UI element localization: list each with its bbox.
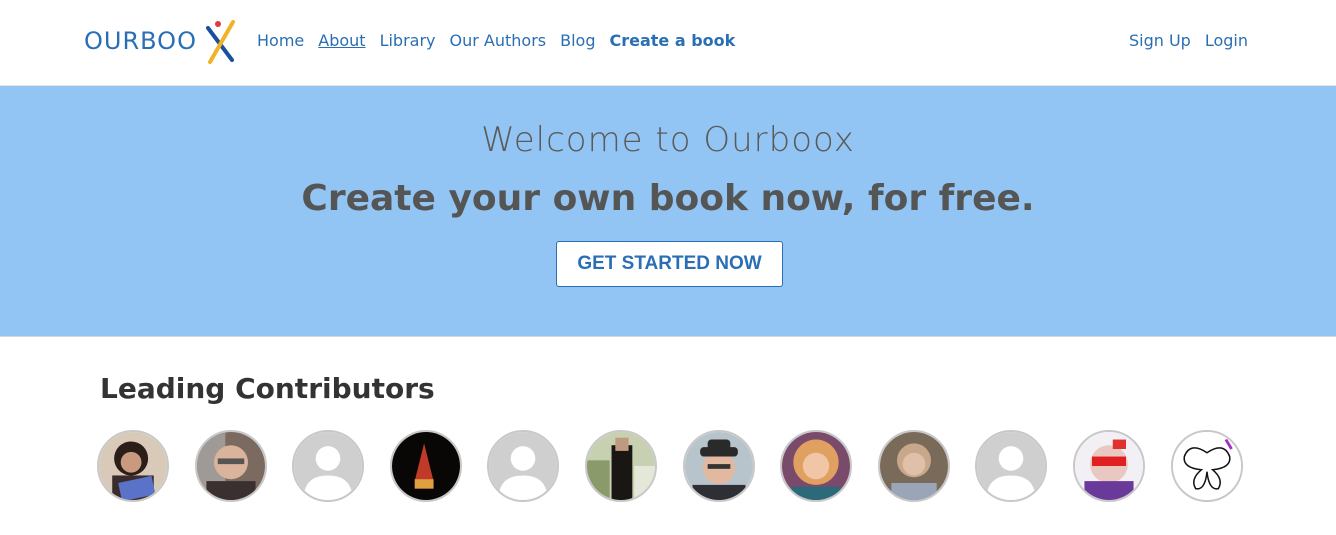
user-photo-icon [879, 432, 948, 500]
contributors-heading: Leading Contributors [100, 372, 435, 405]
user-photo-icon [196, 432, 265, 500]
contributors-avatar-list [97, 430, 1268, 502]
contributor-avatar-1[interactable] [97, 430, 169, 502]
default-avatar-icon [977, 432, 1046, 500]
site-header: OURBOO Home About Library Our Authors Bl… [0, 0, 1336, 86]
hero-banner: Welcome to Ourboox Create your own book … [0, 86, 1336, 337]
user-photo-icon [684, 432, 753, 500]
signup-link[interactable]: Sign Up [1129, 31, 1191, 51]
nav-about[interactable]: About [318, 31, 365, 51]
main-nav: Home About Library Our Authors Blog Crea… [257, 31, 749, 51]
user-photo-icon [99, 432, 167, 500]
user-photo-icon [391, 432, 460, 500]
login-link[interactable]: Login [1205, 31, 1248, 51]
hero-title: Welcome to Ourboox [481, 120, 855, 160]
contributor-avatar-12[interactable] [1170, 430, 1243, 502]
butterfly-drawing-icon [1172, 432, 1241, 500]
contributor-avatar-9[interactable] [877, 430, 950, 502]
default-avatar-icon [489, 432, 558, 500]
contributor-avatar-6[interactable] [584, 430, 657, 502]
contributor-avatar-4[interactable] [389, 430, 462, 502]
hero-subtitle: Create your own book now, for free. [301, 178, 1035, 219]
contributor-avatar-11[interactable] [1072, 430, 1145, 502]
user-photo-icon [586, 432, 655, 500]
nav-home[interactable]: Home [257, 31, 304, 51]
ourboox-logo[interactable]: OURBOO [84, 16, 240, 66]
contributor-avatar-3[interactable] [292, 430, 365, 502]
nav-blog[interactable]: Blog [560, 31, 595, 51]
contributor-avatar-7[interactable] [682, 430, 755, 502]
get-started-button[interactable]: GET STARTED NOW [556, 241, 783, 287]
nav-our-authors[interactable]: Our Authors [450, 31, 547, 51]
logo-image: OURBOO [84, 20, 235, 64]
contributor-avatar-2[interactable] [194, 430, 267, 502]
contributor-avatar-10[interactable] [975, 430, 1048, 502]
user-photo-icon [1074, 432, 1143, 500]
nav-library[interactable]: Library [380, 31, 436, 51]
svg-text:OURBOO: OURBOO [84, 27, 197, 55]
contributor-avatar-5[interactable] [487, 430, 560, 502]
default-avatar-icon [294, 432, 363, 500]
user-photo-icon [782, 432, 851, 500]
contributor-avatar-8[interactable] [780, 430, 853, 502]
auth-links: Sign Up Login [1115, 31, 1248, 51]
nav-create-a-book[interactable]: Create a book [610, 31, 736, 51]
